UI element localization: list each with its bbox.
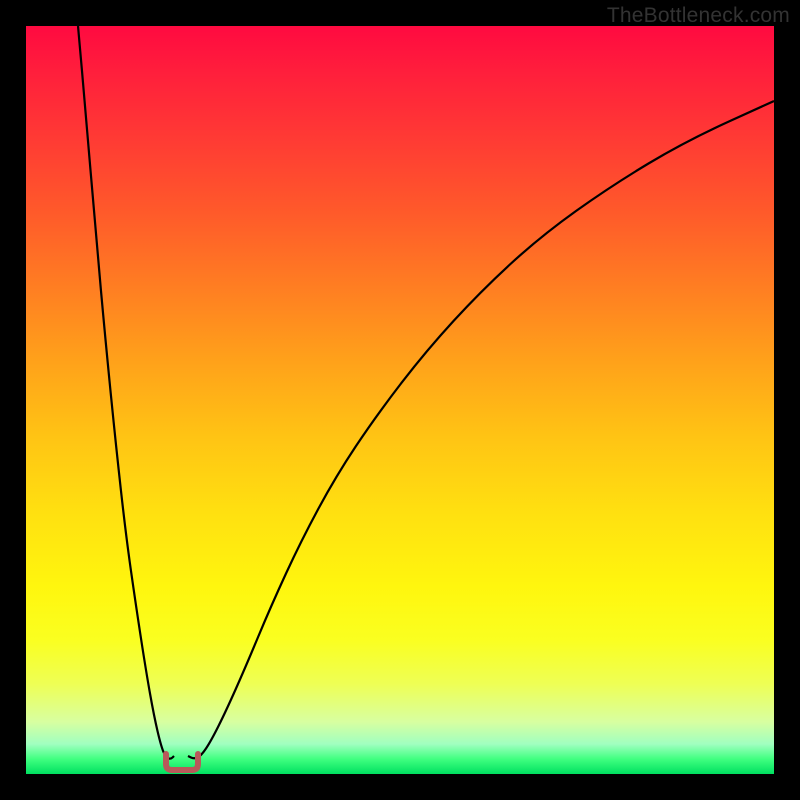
- bottleneck-curve-right: [188, 101, 774, 758]
- chart-frame: TheBottleneck.com: [0, 0, 800, 800]
- bottleneck-curve-left: [78, 26, 174, 759]
- plot-area: [26, 26, 774, 774]
- watermark-text: TheBottleneck.com: [607, 4, 790, 28]
- notch-marker: [166, 754, 198, 770]
- curve-layer: [26, 26, 774, 774]
